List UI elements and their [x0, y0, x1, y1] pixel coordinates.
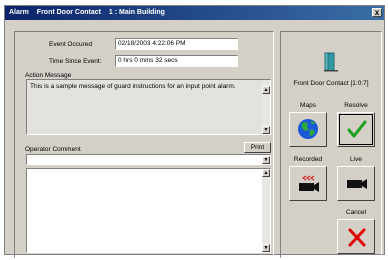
checkmark-icon [347, 120, 367, 138]
time-since-label: Time Since Event: [49, 58, 102, 65]
title-bar: Alarm Front Door Contact 1 : Main Buildi… [5, 6, 384, 20]
operator-comment-box[interactable]: ▲ ▼ [26, 168, 271, 253]
rewind-camera-icon [299, 175, 319, 192]
resolve-button[interactable] [337, 112, 375, 147]
title-alarm: Alarm [9, 9, 29, 16]
action-message-label: Action Message [25, 72, 72, 79]
maps-label: Maps [300, 102, 316, 109]
cancel-button[interactable] [337, 219, 375, 254]
camera-icon [347, 179, 367, 189]
title-location: 1 : Main Building [108, 9, 165, 16]
dropdown-arrow-icon[interactable]: ▼ [262, 156, 270, 164]
globe-icon [298, 119, 318, 139]
title-point: Front Door Contact [36, 9, 101, 16]
x-icon [348, 228, 366, 247]
print-button[interactable]: Print [244, 142, 271, 153]
alarm-window: Alarm Front Door Contact 1 : Main Buildi… [4, 5, 385, 258]
action-message-text: This is a sample message of guard instru… [30, 83, 236, 90]
maps-button[interactable] [289, 112, 327, 147]
operator-comment-label: Operator Comment [25, 146, 81, 153]
action-panel: Front Door Contact [1:0:7] Maps Resolve … [280, 31, 382, 258]
time-since-field: 0 hrs 0 mins 32 secs [115, 55, 238, 67]
event-panel: Event Occured 02/18/2003 4:22:06 PM Time… [14, 31, 274, 258]
comment-scrollbar[interactable]: ▲ ▼ [262, 169, 270, 252]
live-label: Live [350, 156, 362, 163]
action-scrollbar[interactable]: ▲ ▼ [262, 80, 270, 134]
recorded-label: Recorded [293, 156, 323, 163]
comment-scroll-up-icon[interactable]: ▲ [262, 169, 270, 177]
action-message-box[interactable]: This is a sample message of guard instru… [26, 79, 271, 135]
scroll-down-arrow-icon[interactable]: ▼ [262, 126, 270, 134]
point-name: Front Door Contact [1:0:7] [293, 80, 369, 87]
close-button[interactable]: x [372, 8, 382, 17]
recorded-button[interactable] [289, 166, 327, 201]
live-button[interactable] [337, 166, 375, 201]
cancel-label: Cancel [345, 209, 367, 216]
door-icon [323, 52, 339, 72]
comment-scroll-down-icon[interactable]: ▼ [262, 244, 270, 252]
event-occurred-field: 02/18/2003 4:22:06 PM [115, 38, 238, 50]
operator-comment-select[interactable]: ▼ [26, 154, 271, 165]
scroll-up-arrow-icon[interactable]: ▲ [262, 86, 270, 94]
event-occurred-label: Event Occured [49, 41, 92, 48]
resolve-label: Resolve [344, 102, 368, 109]
window-title: Alarm Front Door Contact 1 : Main Buildi… [9, 9, 171, 16]
